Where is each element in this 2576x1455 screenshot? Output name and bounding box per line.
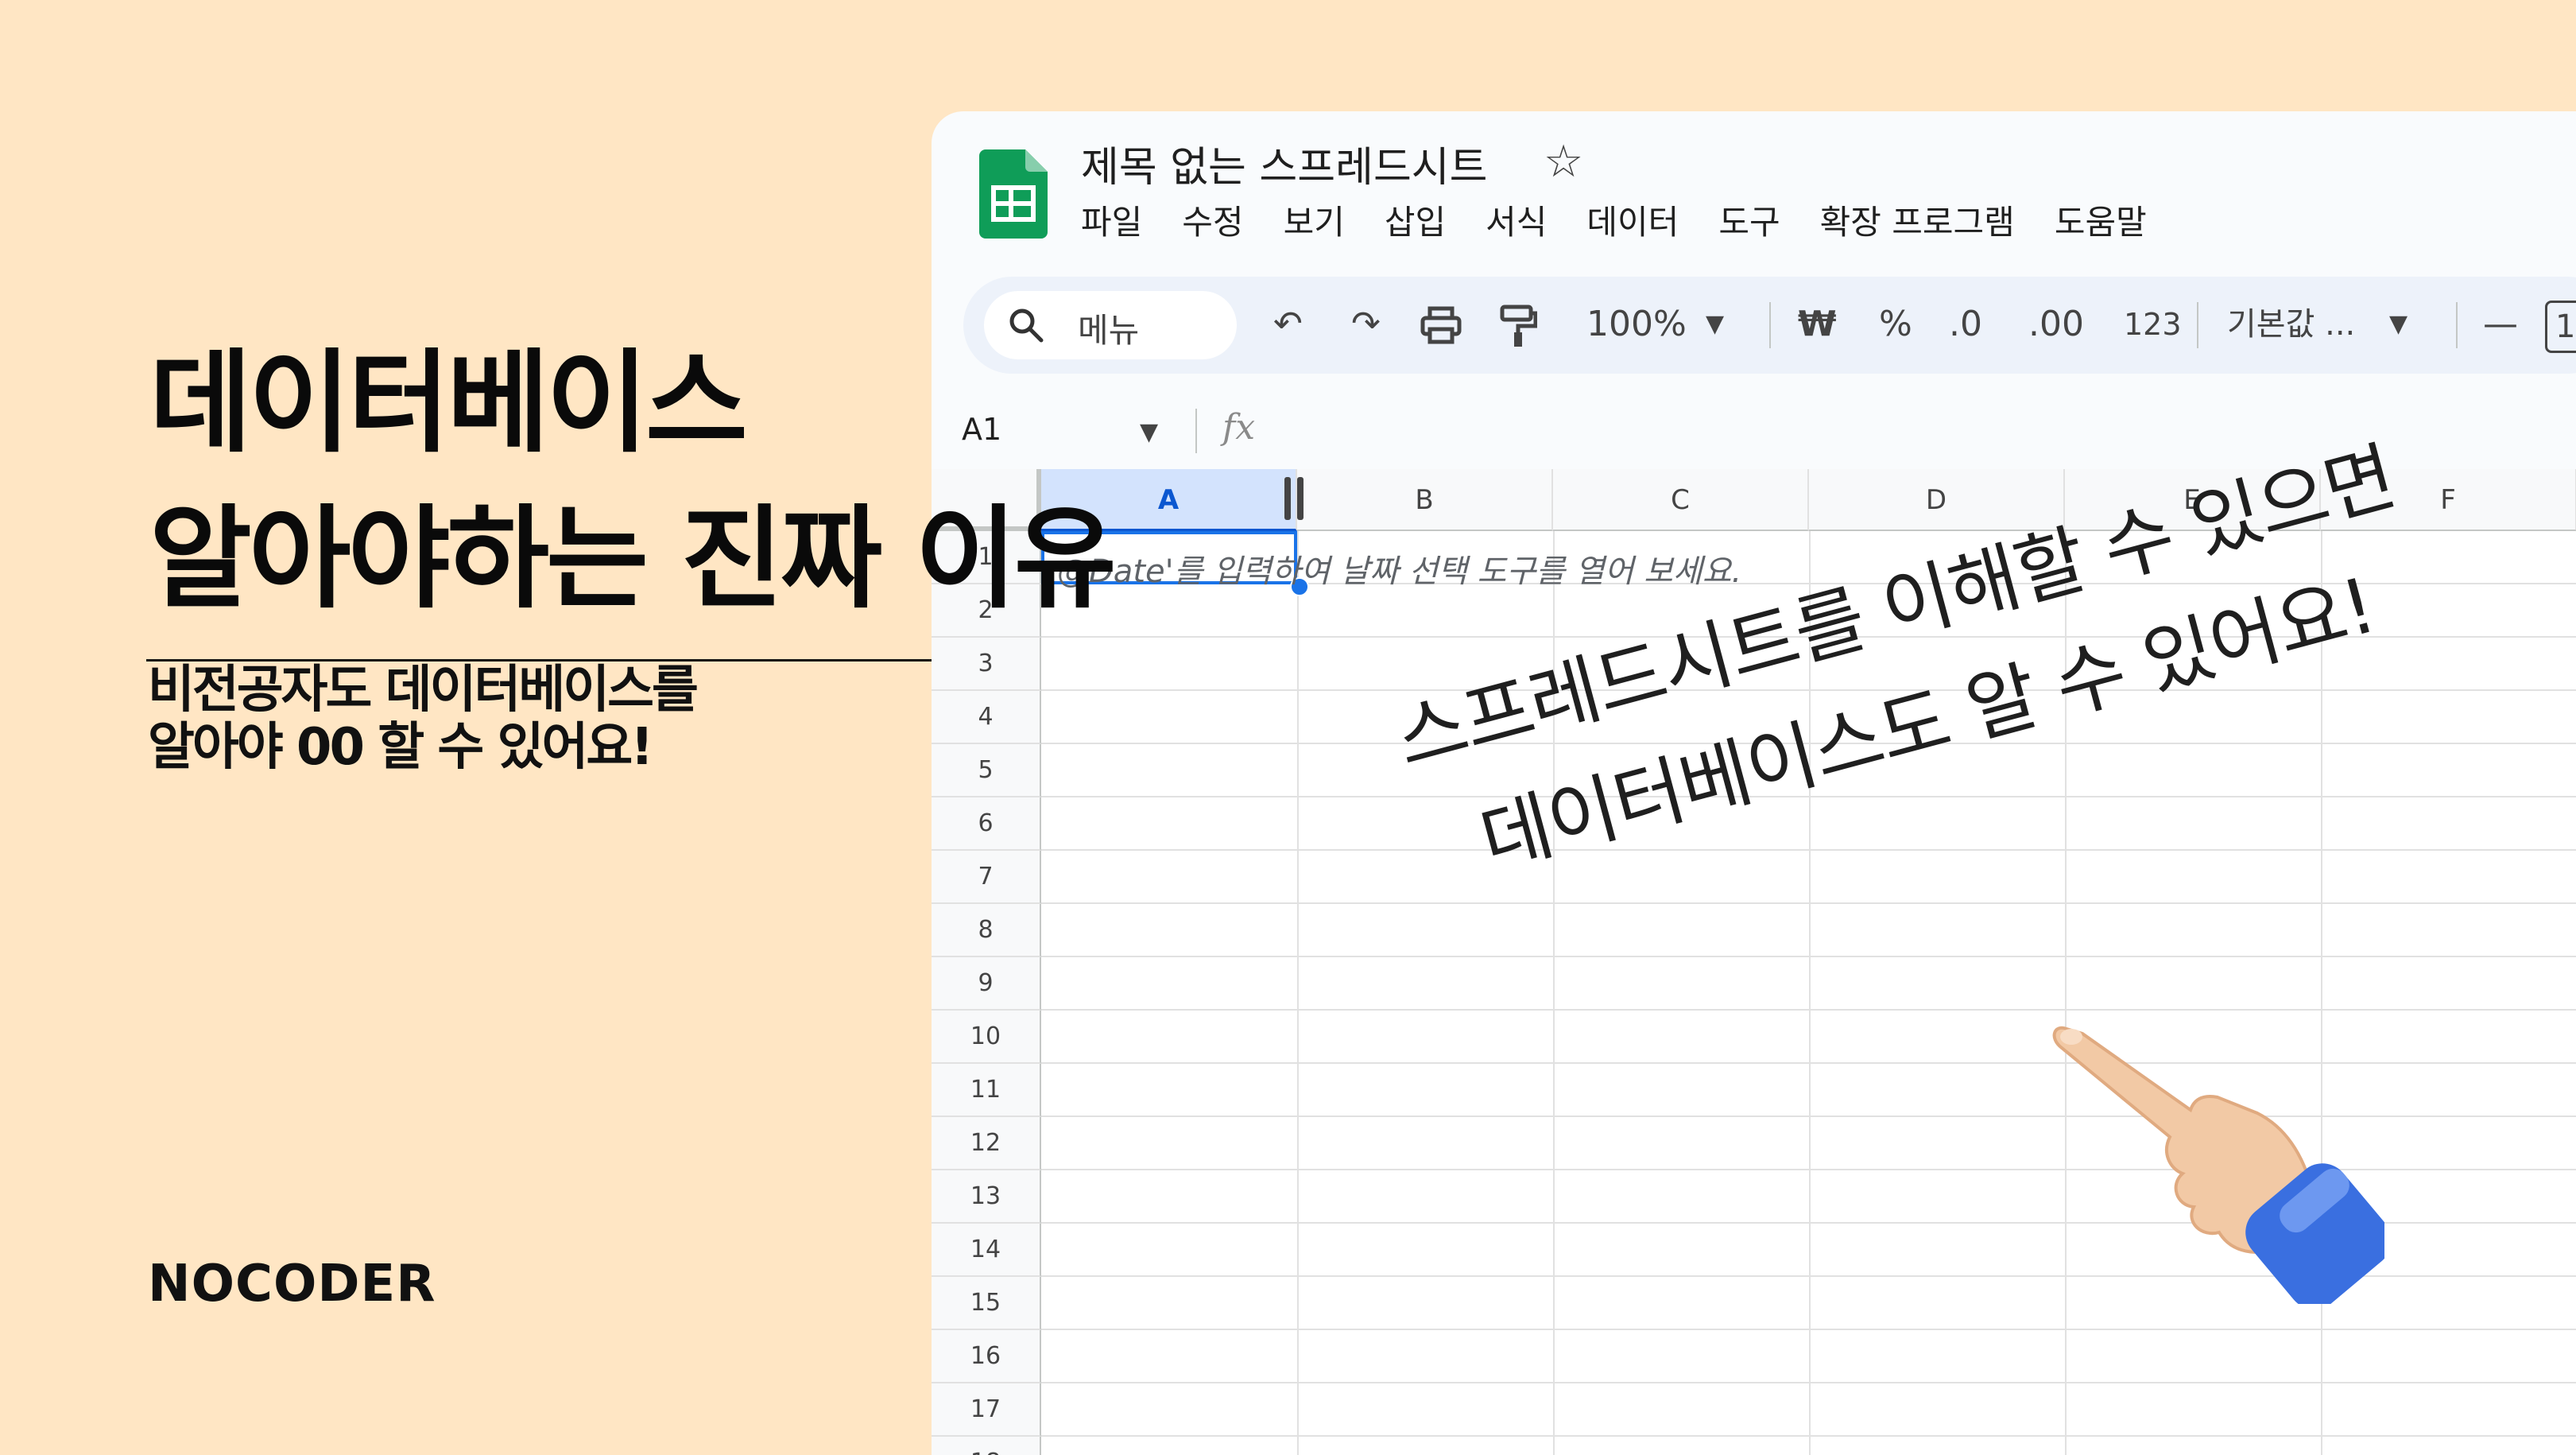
toolbar-separator — [2456, 302, 2458, 348]
grid-line — [1041, 1435, 2576, 1437]
pointing-hand-icon — [2052, 1026, 2384, 1304]
row-header[interactable]: 5 — [932, 744, 1041, 797]
headline-line-2: 알아야하는 진짜 이유 — [149, 495, 1117, 624]
subtitle-line-2: 알아야 00 할 수 있어요! — [148, 718, 653, 777]
headline: 데이터베이스 알아야하는 진짜 이유 — [149, 326, 1117, 638]
grid-line — [1041, 849, 2576, 851]
menu-extensions[interactable]: 확장 프로그램 — [1820, 196, 2015, 244]
paint-format-icon[interactable] — [1499, 304, 1537, 348]
menu-view[interactable]: 보기 — [1284, 196, 1345, 244]
row-header[interactable]: 10 — [932, 1011, 1041, 1064]
grid-line — [1041, 1329, 2576, 1330]
decrease-font-size-button[interactable]: — — [2483, 301, 2518, 348]
currency-format-button[interactable]: ₩ — [1798, 301, 1837, 348]
grid-line — [1041, 956, 2576, 957]
menu-tools[interactable]: 도구 — [1718, 196, 1780, 244]
zoom-dropdown-icon[interactable]: ▼ — [1706, 301, 1724, 348]
subtitle-line-1: 비전공자도 데이터베이스를 — [148, 661, 699, 720]
toolbar-separator — [2197, 302, 2198, 348]
number-format-button[interactable]: 123 — [2124, 301, 2182, 348]
row-header[interactable]: 6 — [932, 797, 1041, 851]
toolbar-separator — [1769, 302, 1771, 348]
column-resize-handle[interactable] — [1284, 477, 1291, 520]
menu-format[interactable]: 서식 — [1486, 196, 1547, 244]
font-dropdown-icon[interactable]: ▼ — [2389, 301, 2407, 348]
grid-line — [1041, 902, 2576, 904]
column-header-b[interactable]: B — [1297, 469, 1553, 531]
row-header[interactable]: 17 — [932, 1383, 1041, 1437]
menu-file[interactable]: 파일 — [1081, 196, 1142, 244]
row-header[interactable]: 8 — [932, 904, 1041, 957]
row-header[interactable]: 16 — [932, 1330, 1041, 1383]
increase-decimal-button[interactable]: .00 — [2028, 301, 2084, 348]
row-header[interactable]: 4 — [932, 691, 1041, 744]
undo-icon[interactable]: ↶ — [1273, 301, 1303, 348]
row-header[interactable]: 3 — [932, 638, 1041, 691]
document-title[interactable]: 제목 없는 스프레드시트 — [1081, 134, 1487, 193]
row-header[interactable]: 14 — [932, 1224, 1041, 1277]
fx-icon: fx — [1222, 407, 1256, 448]
zoom-select[interactable]: 100% — [1586, 301, 1687, 348]
formula-bar-separator — [1195, 409, 1197, 453]
menu-bar: 파일 수정 보기 삽입 서식 데이터 도구 확장 프로그램 도움말 — [1081, 196, 2147, 244]
row-header[interactable]: 9 — [932, 957, 1041, 1011]
row-header[interactable]: 13 — [932, 1170, 1041, 1224]
grid-line — [1041, 1009, 2576, 1011]
column-resize-handle[interactable] — [1297, 477, 1303, 520]
menu-edit[interactable]: 수정 — [1182, 196, 1243, 244]
print-icon[interactable] — [1420, 304, 1462, 347]
font-size-input[interactable]: 1 — [2545, 301, 2576, 353]
headline-line-1: 데이터베이스 — [149, 339, 748, 468]
decrease-decimal-button[interactable]: .0 — [1949, 301, 1982, 348]
toolbar: 메뉴 ↶ ↷ 100% ▼ ₩ % .0 .00 123 기본값 ... ▼ —… — [963, 277, 2576, 374]
subtitle: 비전공자도 데이터베이스를 알아야 00 할 수 있어요! — [148, 661, 699, 777]
star-icon[interactable]: ☆ — [1544, 140, 1583, 184]
brand-name: NOCODER — [148, 1255, 436, 1313]
row-header[interactable]: 15 — [932, 1277, 1041, 1330]
redo-icon[interactable]: ↷ — [1351, 301, 1381, 348]
row-header[interactable]: 18 — [932, 1437, 1041, 1455]
row-header[interactable]: 12 — [932, 1117, 1041, 1170]
sheets-logo-icon[interactable] — [979, 149, 1048, 239]
cell-hint-text: @Date'를 입력하여 날짜 선택 도구를 열어 보세요. — [1057, 553, 1742, 590]
grid-line — [1041, 1382, 2576, 1383]
grid-line — [1297, 531, 1299, 1455]
row-header[interactable]: 7 — [932, 851, 1041, 904]
percent-format-button[interactable]: % — [1879, 301, 1912, 348]
menu-help[interactable]: 도움말 — [2055, 196, 2147, 244]
font-select[interactable]: 기본값 ... — [2227, 301, 2355, 348]
row-header[interactable]: 11 — [932, 1064, 1041, 1117]
name-box-dropdown-icon[interactable]: ▼ — [1140, 418, 1158, 446]
column-header-c[interactable]: C — [1553, 469, 1809, 531]
menu-insert[interactable]: 삽입 — [1385, 196, 1446, 244]
menu-data[interactable]: 데이터 — [1586, 196, 1679, 244]
